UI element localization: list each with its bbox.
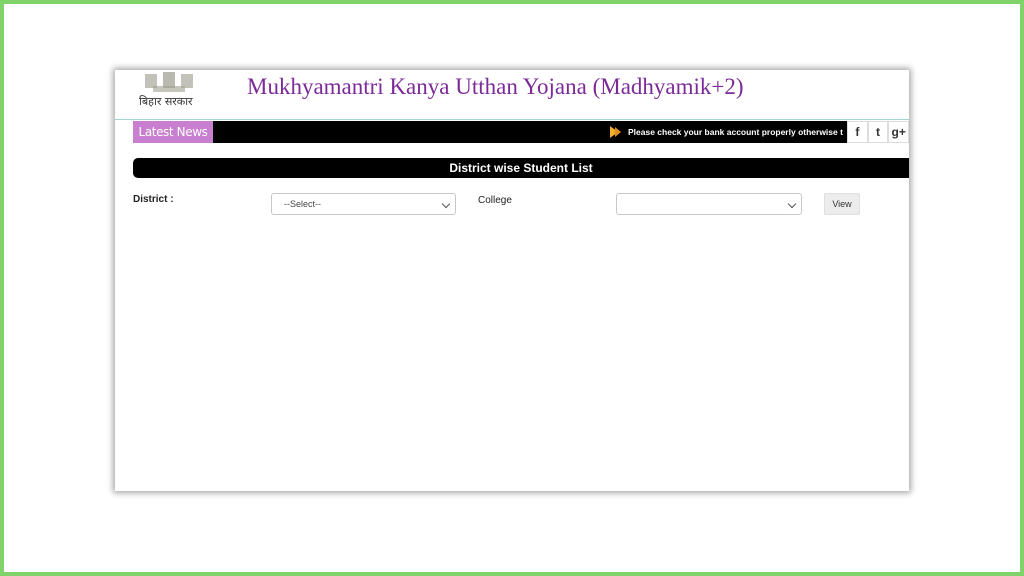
site-title: Mukhyamantri Kanya Utthan Yojana (Madhya… <box>247 74 744 99</box>
announcement-icon <box>610 126 621 138</box>
bihar-emblem-icon <box>145 72 193 92</box>
district-select-value: --Select-- <box>284 199 322 209</box>
twitter-icon[interactable]: t <box>867 121 889 143</box>
view-button[interactable]: View <box>824 193 860 215</box>
college-label: College <box>478 195 512 206</box>
district-label: District : <box>133 194 174 205</box>
facebook-icon[interactable]: f <box>847 121 868 143</box>
social-links: f t g+ <box>847 121 909 143</box>
browser-page: बिहार सरकार Mukhyamantri Kanya Utthan Yo… <box>115 70 909 491</box>
latest-news-label: Latest News <box>133 121 213 143</box>
google-plus-icon[interactable]: g+ <box>888 121 909 143</box>
chevron-down-icon <box>787 199 797 209</box>
chevron-down-icon <box>441 199 451 209</box>
site-header: बिहार सरकार Mukhyamantri Kanya Utthan Yo… <box>115 70 909 120</box>
college-select[interactable] <box>616 193 802 215</box>
emblem-caption: बिहार सरकार <box>139 95 193 108</box>
panel-title: District wise Student List <box>133 158 909 178</box>
news-ticker-text[interactable]: Please check your bank account properly … <box>628 121 848 143</box>
district-select[interactable]: --Select-- <box>271 193 456 215</box>
news-ticker-bar: Latest News Please check your bank accou… <box>133 121 909 143</box>
